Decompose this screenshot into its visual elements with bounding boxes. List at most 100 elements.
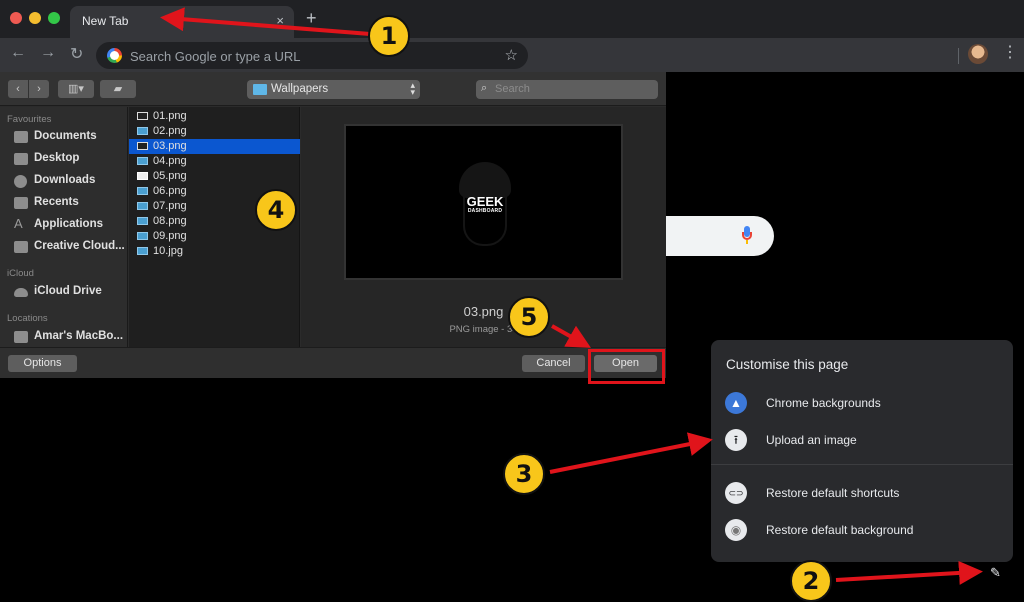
popup-arrows-icon: ▴ ▾ [410,80,415,97]
back-button[interactable]: ← [10,44,26,62]
preview-file-info: PNG image - 34 [449,324,518,335]
search-icon: ⌕ [481,82,488,94]
menu-item-chrome-backgrounds[interactable]: ▲ Chrome backgrounds [711,387,1013,419]
step-badge-5: 5 [508,296,550,338]
tab-bar: New Tab × + [0,0,1024,38]
sidebar-item-downloads[interactable]: Downloads [14,172,126,190]
address-bar-placeholder: Search Google or type a URL [130,49,301,64]
file-item[interactable]: 10.jpg [129,244,300,259]
folder-icon [14,241,28,253]
image-file-icon [137,142,148,150]
ntp-search-box[interactable] [664,216,774,256]
file-item-selected[interactable]: 03.png [129,139,300,154]
chrome-menu-icon[interactable]: ⋮ [1002,44,1018,62]
cancel-button[interactable]: Cancel [522,355,585,372]
file-item[interactable]: 04.png [129,154,300,169]
desktop-icon [14,153,28,165]
image-file-icon [137,217,148,225]
options-button[interactable]: Options [8,355,77,372]
documents-icon [14,131,28,143]
microphone-icon[interactable] [742,226,752,246]
cloud-icon [14,288,28,297]
image-file-icon [137,112,148,120]
toolbar-divider [958,48,959,64]
open-button-highlight [588,349,665,384]
sidebar-header-icloud: iCloud [7,268,34,279]
link-icon: ⊂⊃ [725,482,747,504]
menu-divider [711,464,1013,465]
menu-title: Customise this page [726,357,849,372]
recents-icon [14,197,28,209]
sidebar-item-macbook[interactable]: Amar's MacBo... [14,328,126,346]
close-tab-icon[interactable]: × [276,13,284,28]
minimize-window-button[interactable] [29,12,41,24]
laptop-icon [14,331,28,343]
chrome-icon: ◉ [725,519,747,541]
sidebar-header-locations: Locations [7,313,48,324]
tab-new-tab[interactable]: New Tab × [70,6,294,38]
sidebar-item-creative-cloud[interactable]: Creative Cloud... [14,238,126,256]
dialog-back-button[interactable]: ‹ [8,80,28,98]
preview-thumbnail: GEEK DASHBOARD [344,124,623,280]
preview-filename: 03.png [463,304,504,319]
file-item[interactable]: 02.png [129,124,300,139]
file-item[interactable]: 09.png [129,229,300,244]
step-badge-2: 2 [790,560,832,602]
new-folder-button[interactable]: ▰ [100,80,136,98]
image-file-icon [137,232,148,240]
folder-icon [253,84,267,95]
search-placeholder: Search [495,83,530,95]
dialog-button-bar: Options Cancel Open [0,347,666,378]
arrow-3 [549,432,713,474]
customise-pencil-icon[interactable]: ✎ [990,565,1001,581]
step-badge-3: 3 [503,453,545,495]
view-mode-button[interactable]: ▥▾ [58,80,94,98]
menu-item-restore-background[interactable]: ◉ Restore default background [711,514,1013,546]
dialog-sidebar: Favourites Documents Desktop Downloads R… [0,107,128,347]
customise-page-menu: Customise this page ▲ Chrome backgrounds… [711,340,1013,562]
sidebar-item-desktop[interactable]: Desktop [14,150,126,168]
profile-avatar[interactable] [968,44,988,64]
file-item[interactable]: 05.png [129,169,300,184]
bookmark-star-icon[interactable]: ☆ [505,46,518,64]
location-label: Wallpapers [271,83,329,95]
image-file-icon [137,172,148,180]
step-badge-4: 4 [255,189,297,231]
address-bar[interactable]: Search Google or type a URL ☆ [96,42,528,69]
image-file-icon [137,202,148,210]
dialog-forward-button[interactable]: › [29,80,49,98]
image-file-icon [137,157,148,165]
forward-button[interactable]: → [40,44,56,62]
screen: New Tab × + ← → ↻ Search Google or type … [0,0,1024,602]
file-open-dialog: ‹ › ▥▾ ▰ Wallpapers ▴ ▾ ⌕ Search Favourit… [0,72,666,378]
arrow-2 [835,560,983,585]
sidebar-item-recents[interactable]: Recents [14,194,126,212]
sidebar-item-applications[interactable]: A Applications [14,216,126,234]
file-preview-pane: GEEK DASHBOARD 03.png PNG image - 34 [301,107,666,347]
tab-title: New Tab [82,14,129,28]
zoom-window-button[interactable] [48,12,60,24]
sidebar-header-favourites: Favourites [7,114,52,125]
google-icon [107,48,122,63]
browser-toolbar: ← → ↻ Search Google or type a URL ☆ ⋮ [0,38,1024,72]
location-popup[interactable]: Wallpapers ▴ ▾ [247,80,420,99]
dialog-search-field[interactable]: ⌕ Search [476,80,658,99]
menu-item-restore-shortcuts[interactable]: ⊂⊃ Restore default shortcuts [711,477,1013,509]
image-file-icon [137,187,148,195]
downloads-icon [14,175,27,188]
sidebar-item-icloud-drive[interactable]: iCloud Drive [14,283,126,301]
sidebar-item-documents[interactable]: Documents [14,128,126,146]
upload-icon: ⭱ [725,429,747,451]
step-badge-1: 1 [368,15,410,57]
preview-logo-text: GEEK DASHBOARD [466,194,504,214]
close-window-button[interactable] [10,12,22,24]
file-item[interactable]: 01.png [129,109,300,124]
applications-icon: A [14,216,23,231]
landscape-icon: ▲ [725,392,747,414]
dialog-toolbar: ‹ › ▥▾ ▰ Wallpapers ▴ ▾ ⌕ Search [0,72,666,106]
menu-item-upload-image[interactable]: ⭱ Upload an image [711,424,1013,456]
image-file-icon [137,247,148,255]
image-file-icon [137,127,148,135]
new-tab-button[interactable]: + [306,9,317,27]
reload-button[interactable]: ↻ [70,44,83,64]
